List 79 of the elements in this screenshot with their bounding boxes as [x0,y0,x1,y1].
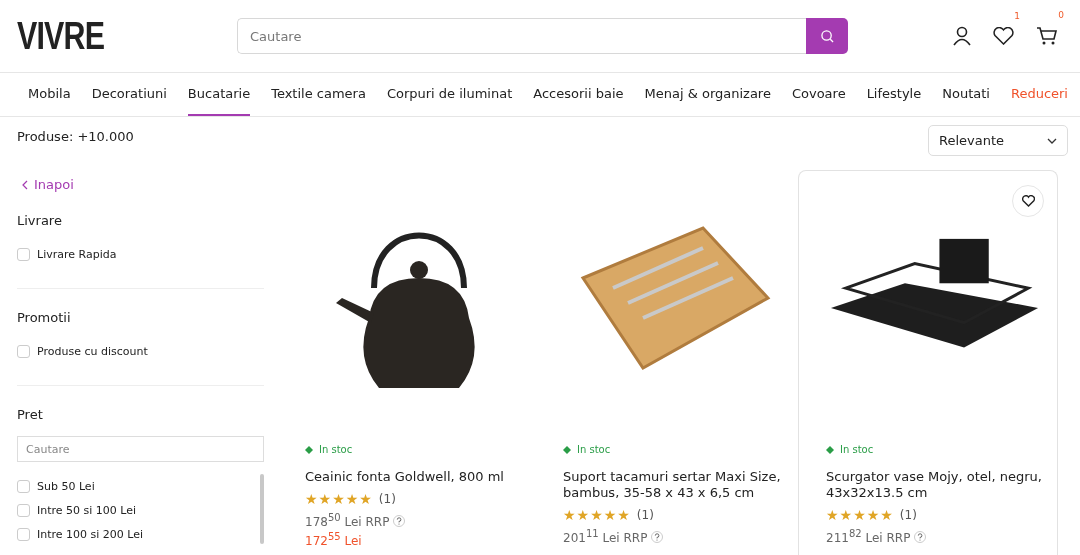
filter-option[interactable]: Produse cu discount [17,339,264,363]
filter-title: Pret [17,407,44,422]
star-icon: ★ [563,507,576,523]
filter-search-field[interactable]: Cautare [17,436,264,462]
wishlist-count: 1 [1014,11,1020,21]
nav-link[interactable]: Covoare [791,73,846,116]
diamond-icon [305,445,313,454]
stock-status: In stoc [319,444,353,455]
chevron-down-icon [1047,137,1057,144]
filter-title: Livrare [17,213,63,228]
diamond-icon [563,445,571,454]
sale-price: 172$^{55}$ Lei [305,531,363,548]
rrp-price: 201$^{11}$ Lei RRP [563,528,648,545]
star-icon: ★ [318,491,332,507]
nav-link[interactable]: Accesorii baie [533,73,624,116]
filter-option[interactable]: Intre 100 si 200 Lei [17,522,144,546]
sort-dropdown[interactable]: Relevante [928,125,1068,156]
rrp-price: 178$^{50}$ Lei RRP [305,512,390,529]
stock-status: In stoc [840,444,874,455]
review-count: (1) [636,508,654,522]
user-icon[interactable] [953,26,971,46]
nav-link[interactable]: Textile camera [271,73,366,116]
checkbox[interactable] [17,344,30,358]
nav-link[interactable]: Corpuri de iluminat [386,73,513,116]
scrollbar[interactable] [260,474,264,544]
checkbox[interactable] [17,247,30,261]
product-card[interactable]: In stoc Suport tacamuri sertar Maxi Size, bambus, 35-58 x 43 x 6,5 cm ★★★★★ (1) 201$^{11}$ Lei RRP [548,170,798,555]
nav-link[interactable]: Bucatarie [187,73,251,116]
product-title[interactable]: Suport tacamuri sertar Maxi Size, bambus, 35-58 x 43 x 6,5 cm [563,469,783,501]
star-icon: ★ [617,507,630,523]
checkbox[interactable] [17,503,30,517]
nav-link[interactable]: Reduceri [1010,73,1068,116]
chevron-left-icon [22,179,28,190]
cart-icon[interactable] [1036,26,1058,46]
diamond-icon [826,445,834,454]
product-card[interactable]: In stoc Ceainic fonta Goldwell, 800 ml ★★★★★ (1) 178$^{50}$ Lei RRP 172$^{55}$ Lei [290,170,548,555]
back-link[interactable]: Inapoi [22,177,264,192]
filter-title: Promotii [17,310,72,325]
filter-option[interactable]: Intre 50 si 100 Lei [17,498,144,522]
nav-link[interactable]: Lifestyle [866,73,922,116]
search-field[interactable]: Cautare [237,18,806,54]
star-icon: ★ [853,507,866,523]
heart-icon [1021,195,1035,207]
product-count: Produse: +10.000 [17,129,135,144]
star-icon: ★ [576,507,590,523]
help-icon[interactable] [393,514,406,527]
checkbox[interactable] [17,527,30,541]
search-button[interactable] [806,18,848,54]
star-icon: ★ [345,491,359,507]
review-count: (1) [899,508,917,522]
nav-link[interactable]: Decoratiuni [91,73,167,116]
search-icon [820,29,834,43]
product-card[interactable]: In stoc Scurgator vase Mojy, otel, negru, 43x32x13.5 cm ★★★★★ (1) 211$^{82}$ Lei RRP [798,170,1058,555]
help-icon[interactable] [914,530,927,543]
vivre-logo[interactable]: VIVRE [17,14,193,58]
star-icon: ★ [880,507,893,523]
product-title[interactable]: Ceainic fonta Goldwell, 800 ml [305,469,533,485]
star-icon: ★ [866,507,880,523]
heart-icon[interactable] [993,27,1014,45]
filter-option[interactable]: Sub 50 Lei [17,474,144,498]
star-icon: ★ [590,507,603,523]
help-icon[interactable] [651,530,664,543]
star-icon: ★ [603,507,617,523]
favorite-button[interactable] [1012,185,1044,217]
star-icon: ★ [826,507,839,523]
star-icon: ★ [359,491,372,507]
nav-link[interactable]: Noutati [942,73,990,116]
nav-link[interactable]: Mobila [28,73,71,116]
rrp-price: 211$^{82}$ Lei RRP [826,528,911,545]
nav-link[interactable]: Menaj & organizare [644,73,771,116]
cart-count: 0 [1058,10,1064,20]
star-icon: ★ [332,491,345,507]
star-icon: ★ [305,491,318,507]
checkbox[interactable] [17,479,30,493]
review-count: (1) [378,492,396,506]
filter-option[interactable]: Livrare Rapida [17,242,264,266]
product-title[interactable]: Scurgator vase Mojy, otel, negru, 43x32x13.5 cm [826,469,1043,501]
stock-status: In stoc [577,444,611,455]
star-icon: ★ [839,507,853,523]
